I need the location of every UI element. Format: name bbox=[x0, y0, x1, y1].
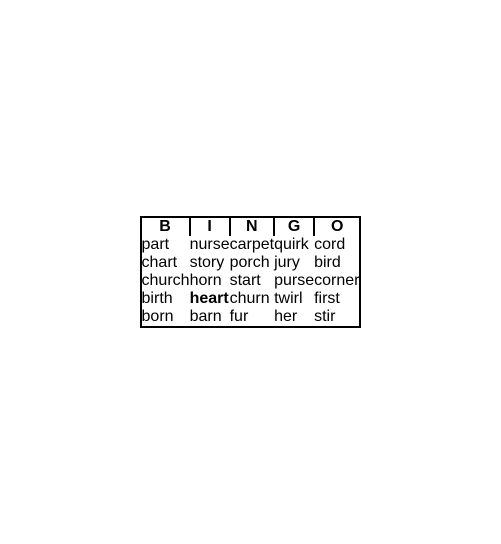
table-cell: birth bbox=[141, 290, 190, 308]
table-cell: jury bbox=[274, 254, 314, 272]
table-cell: purse bbox=[274, 272, 314, 290]
table-row: birthheartchurntwirlfirst bbox=[141, 290, 361, 308]
table-cell: first bbox=[314, 290, 360, 308]
header-n: N bbox=[230, 217, 274, 236]
table-cell: carpet bbox=[230, 236, 274, 254]
table-cell: church bbox=[141, 272, 190, 290]
table-row: chartstoryporchjurybird bbox=[141, 254, 361, 272]
table-cell: her bbox=[274, 308, 314, 327]
bingo-card: B I N G O partnursecarpetquirkcordcharts… bbox=[140, 216, 362, 328]
table-cell: corner bbox=[314, 272, 360, 290]
table-row: partnursecarpetquirkcord bbox=[141, 236, 361, 254]
table-cell: horn bbox=[190, 272, 230, 290]
table-cell: cord bbox=[314, 236, 360, 254]
table-cell: heart bbox=[190, 290, 230, 308]
table-cell: barn bbox=[190, 308, 230, 327]
table-cell: porch bbox=[230, 254, 274, 272]
table-row: churchhornstartpursecorner bbox=[141, 272, 361, 290]
table-cell: part bbox=[141, 236, 190, 254]
table-cell: stir bbox=[314, 308, 360, 327]
table-cell: start bbox=[230, 272, 274, 290]
bingo-header-row: B I N G O bbox=[141, 217, 361, 236]
header-g: G bbox=[274, 217, 314, 236]
table-cell: born bbox=[141, 308, 190, 327]
header-i: I bbox=[190, 217, 230, 236]
table-cell: fur bbox=[230, 308, 274, 327]
header-o: O bbox=[314, 217, 360, 236]
table-cell: churn bbox=[230, 290, 274, 308]
table-cell: nurse bbox=[190, 236, 230, 254]
table-row: bornbarnfurherstir bbox=[141, 308, 361, 327]
table-cell: quirk bbox=[274, 236, 314, 254]
header-b: B bbox=[141, 217, 190, 236]
table-cell: chart bbox=[141, 254, 190, 272]
table-cell: twirl bbox=[274, 290, 314, 308]
table-cell: story bbox=[190, 254, 230, 272]
table-cell: bird bbox=[314, 254, 360, 272]
